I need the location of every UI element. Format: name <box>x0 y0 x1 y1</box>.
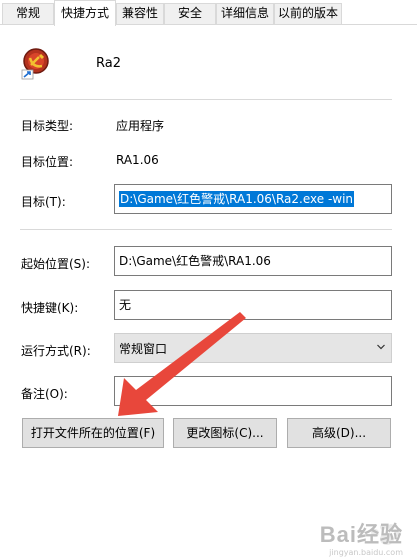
red-alert-sickle-hammer-icon <box>21 48 49 80</box>
shortcut-key-field-value: 无 <box>119 298 132 312</box>
target-type-label: 目标类型: <box>21 119 74 133</box>
open-file-location-button[interactable]: 打开文件所在的位置(F) <box>22 418 164 448</box>
comment-label: 备注(O): <box>21 387 68 401</box>
target-location-value: RA1.06 <box>116 153 159 167</box>
tab-security[interactable]: 安全 <box>164 3 216 24</box>
start-in-field-value: D:\Game\红色警戒\RA1.06 <box>119 254 271 268</box>
chevron-down-icon <box>377 344 385 350</box>
tab-shortcut[interactable]: 快捷方式 <box>54 0 116 26</box>
target-field-value: D:\Game\红色警戒\RA1.06\Ra2.exe -win <box>119 191 355 207</box>
divider <box>20 229 392 230</box>
target-type-value: 应用程序 <box>116 119 165 133</box>
tab-previous-versions[interactable]: 以前的版本 <box>274 3 342 24</box>
run-label: 运行方式(R): <box>21 344 91 358</box>
tab-details[interactable]: 详细信息 <box>216 3 274 24</box>
watermark-url: jingyan.baidu.com <box>329 548 403 557</box>
divider <box>20 99 392 100</box>
shortcut-key-field[interactable]: 无 <box>114 290 392 320</box>
tab-compatibility[interactable]: 兼容性 <box>116 3 164 24</box>
change-icon-button[interactable]: 更改图标(C)... <box>173 418 277 448</box>
target-field[interactable]: D:\Game\红色警戒\RA1.06\Ra2.exe -win <box>114 184 392 214</box>
run-select-value: 常规窗口 <box>119 342 168 356</box>
target-location-label: 目标位置: <box>21 155 74 169</box>
target-label: 目标(T): <box>21 195 66 209</box>
run-select[interactable]: 常规窗口 <box>114 333 392 363</box>
shortcut-name: Ra2 <box>96 56 121 71</box>
start-in-field[interactable]: D:\Game\红色警戒\RA1.06 <box>114 246 392 276</box>
watermark-text: Bai经验 <box>319 522 403 547</box>
tab-general[interactable]: 常规 <box>2 3 54 24</box>
advanced-button[interactable]: 高级(D)... <box>287 418 391 448</box>
shortcut-key-label: 快捷键(K): <box>21 301 79 315</box>
tab-strip: 常规 快捷方式 兼容性 安全 详细信息 以前的版本 <box>0 0 417 26</box>
start-in-label: 起始位置(S): <box>21 257 91 271</box>
comment-field[interactable] <box>114 376 392 406</box>
